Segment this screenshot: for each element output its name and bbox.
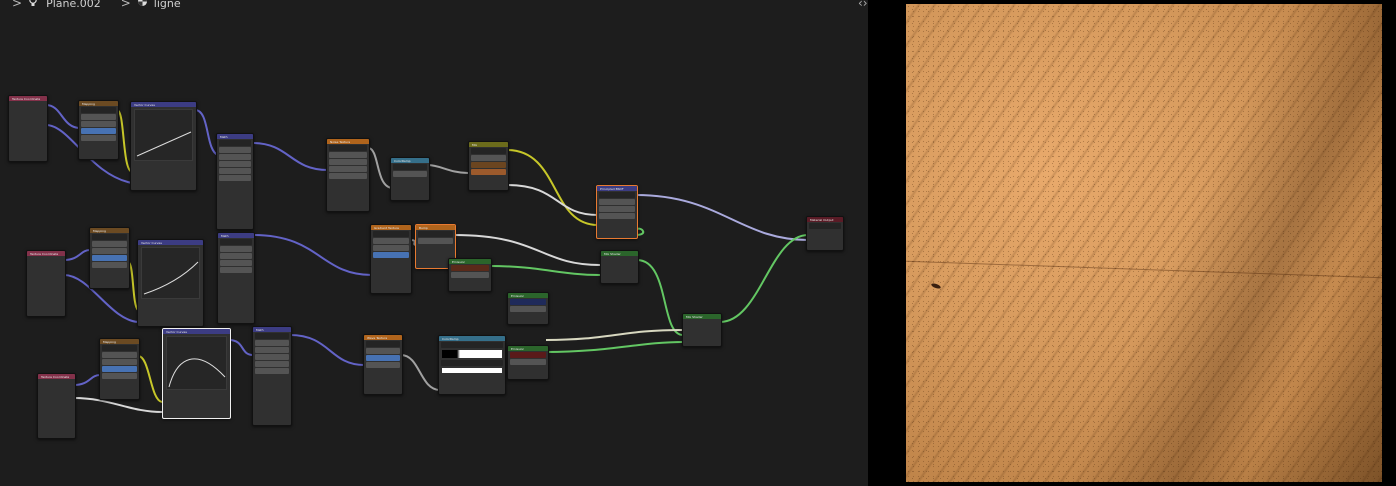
node-title: Mapping	[93, 228, 106, 233]
node-title: ColorRamp	[394, 158, 411, 163]
curve-graph[interactable]	[134, 109, 193, 161]
node-mix-shader[interactable]: Mix Shader	[600, 250, 639, 284]
node-title: Bump	[419, 225, 428, 230]
node-title: Mapping	[82, 101, 95, 106]
area-corner-handle[interactable]: ‹›	[858, 0, 868, 10]
node-texture-coordinate[interactable]: Texture Coordinate	[8, 95, 48, 162]
link	[63, 249, 91, 261]
node-title: ColorRamp	[442, 336, 459, 341]
node-wave-texture[interactable]: Wave Texture	[363, 334, 403, 395]
node-title: Emission	[452, 259, 466, 264]
link	[228, 339, 254, 356]
node-mapping[interactable]: Mapping	[99, 338, 140, 400]
node-vector-curves[interactable]: Vector Curves	[137, 239, 204, 327]
node-mapping[interactable]: Mapping	[78, 100, 119, 160]
node-colorramp[interactable]: ColorRamp	[438, 335, 506, 395]
node-noise-texture[interactable]: Noise Texture	[326, 138, 370, 212]
node-title: Emission	[511, 293, 525, 298]
area-divider[interactable]	[868, 0, 906, 486]
shader-node-editor[interactable]: > Plane.002 > ligne Texture Coordinate M…	[0, 0, 868, 486]
node-emission[interactable]: Emission	[507, 345, 549, 380]
node-mix-shader[interactable]: Mix Shader	[682, 313, 722, 347]
node-title: Wave Texture	[367, 335, 388, 340]
link	[73, 374, 101, 386]
render-preview	[906, 4, 1382, 482]
node-math[interactable]: Math	[216, 133, 254, 230]
link	[194, 109, 219, 156]
link	[489, 265, 601, 276]
node-title: Vector Curves	[134, 102, 155, 107]
node-texture-coordinate[interactable]: Texture Coordinate	[26, 250, 66, 317]
link	[545, 329, 684, 341]
link	[252, 234, 373, 276]
node-material-output[interactable]: Material Output	[806, 216, 844, 251]
link	[719, 234, 809, 323]
node-title: Principled BSDF	[600, 186, 624, 191]
node-emission[interactable]: Emission	[448, 258, 492, 292]
node-title: Material Output	[810, 217, 834, 222]
curve-graph[interactable]	[166, 336, 227, 390]
node-title: Vector Curves	[141, 240, 162, 245]
node-title: Emission	[511, 346, 525, 351]
node-title: Math	[220, 134, 228, 139]
link	[45, 104, 81, 129]
node-mix[interactable]: Mix	[468, 141, 509, 191]
node-title: Texture Coordinate	[30, 251, 59, 256]
node-title: Math	[221, 233, 229, 238]
link	[400, 354, 441, 391]
color-ramp-bar[interactable]	[442, 350, 502, 358]
node-principled-bsdf[interactable]: Principled BSDF	[596, 185, 638, 239]
node-gradient-texture[interactable]: Gradient Texture	[370, 224, 412, 294]
color-ramp-swatch[interactable]	[442, 368, 502, 373]
node-title: Texture Coordinate	[12, 96, 41, 101]
node-title: Mix Shader	[686, 314, 703, 319]
node-title: Vector Curves	[166, 329, 187, 334]
node-title: Mix Shader	[604, 251, 621, 256]
node-colorramp[interactable]: ColorRamp	[390, 157, 430, 201]
node-vector-curves[interactable]: Vector Curves	[130, 101, 197, 191]
node-title: Mapping	[103, 339, 116, 344]
link	[545, 341, 684, 353]
link	[289, 334, 365, 366]
link	[635, 194, 809, 241]
node-title: Noise Texture	[330, 139, 351, 144]
node-title: Mix	[472, 142, 478, 147]
node-texture-coordinate[interactable]: Texture Coordinate	[37, 373, 76, 439]
link	[251, 142, 329, 171]
node-math[interactable]: Math	[252, 326, 292, 426]
curve-graph[interactable]	[141, 247, 200, 299]
node-title: Math	[256, 327, 264, 332]
node-math[interactable]: Math	[217, 232, 255, 324]
viewport-margin	[1382, 0, 1396, 486]
node-mapping[interactable]: Mapping	[89, 227, 130, 289]
link	[636, 259, 684, 336]
node-vector-curves[interactable]: Vector Curves	[162, 328, 231, 419]
link	[137, 355, 163, 403]
link	[506, 184, 599, 216]
link	[73, 397, 163, 413]
link	[427, 164, 469, 174]
node-emission[interactable]: Emission	[507, 292, 549, 325]
node-title: Texture Coordinate	[41, 374, 70, 379]
node-title: Gradient Texture	[374, 225, 399, 230]
